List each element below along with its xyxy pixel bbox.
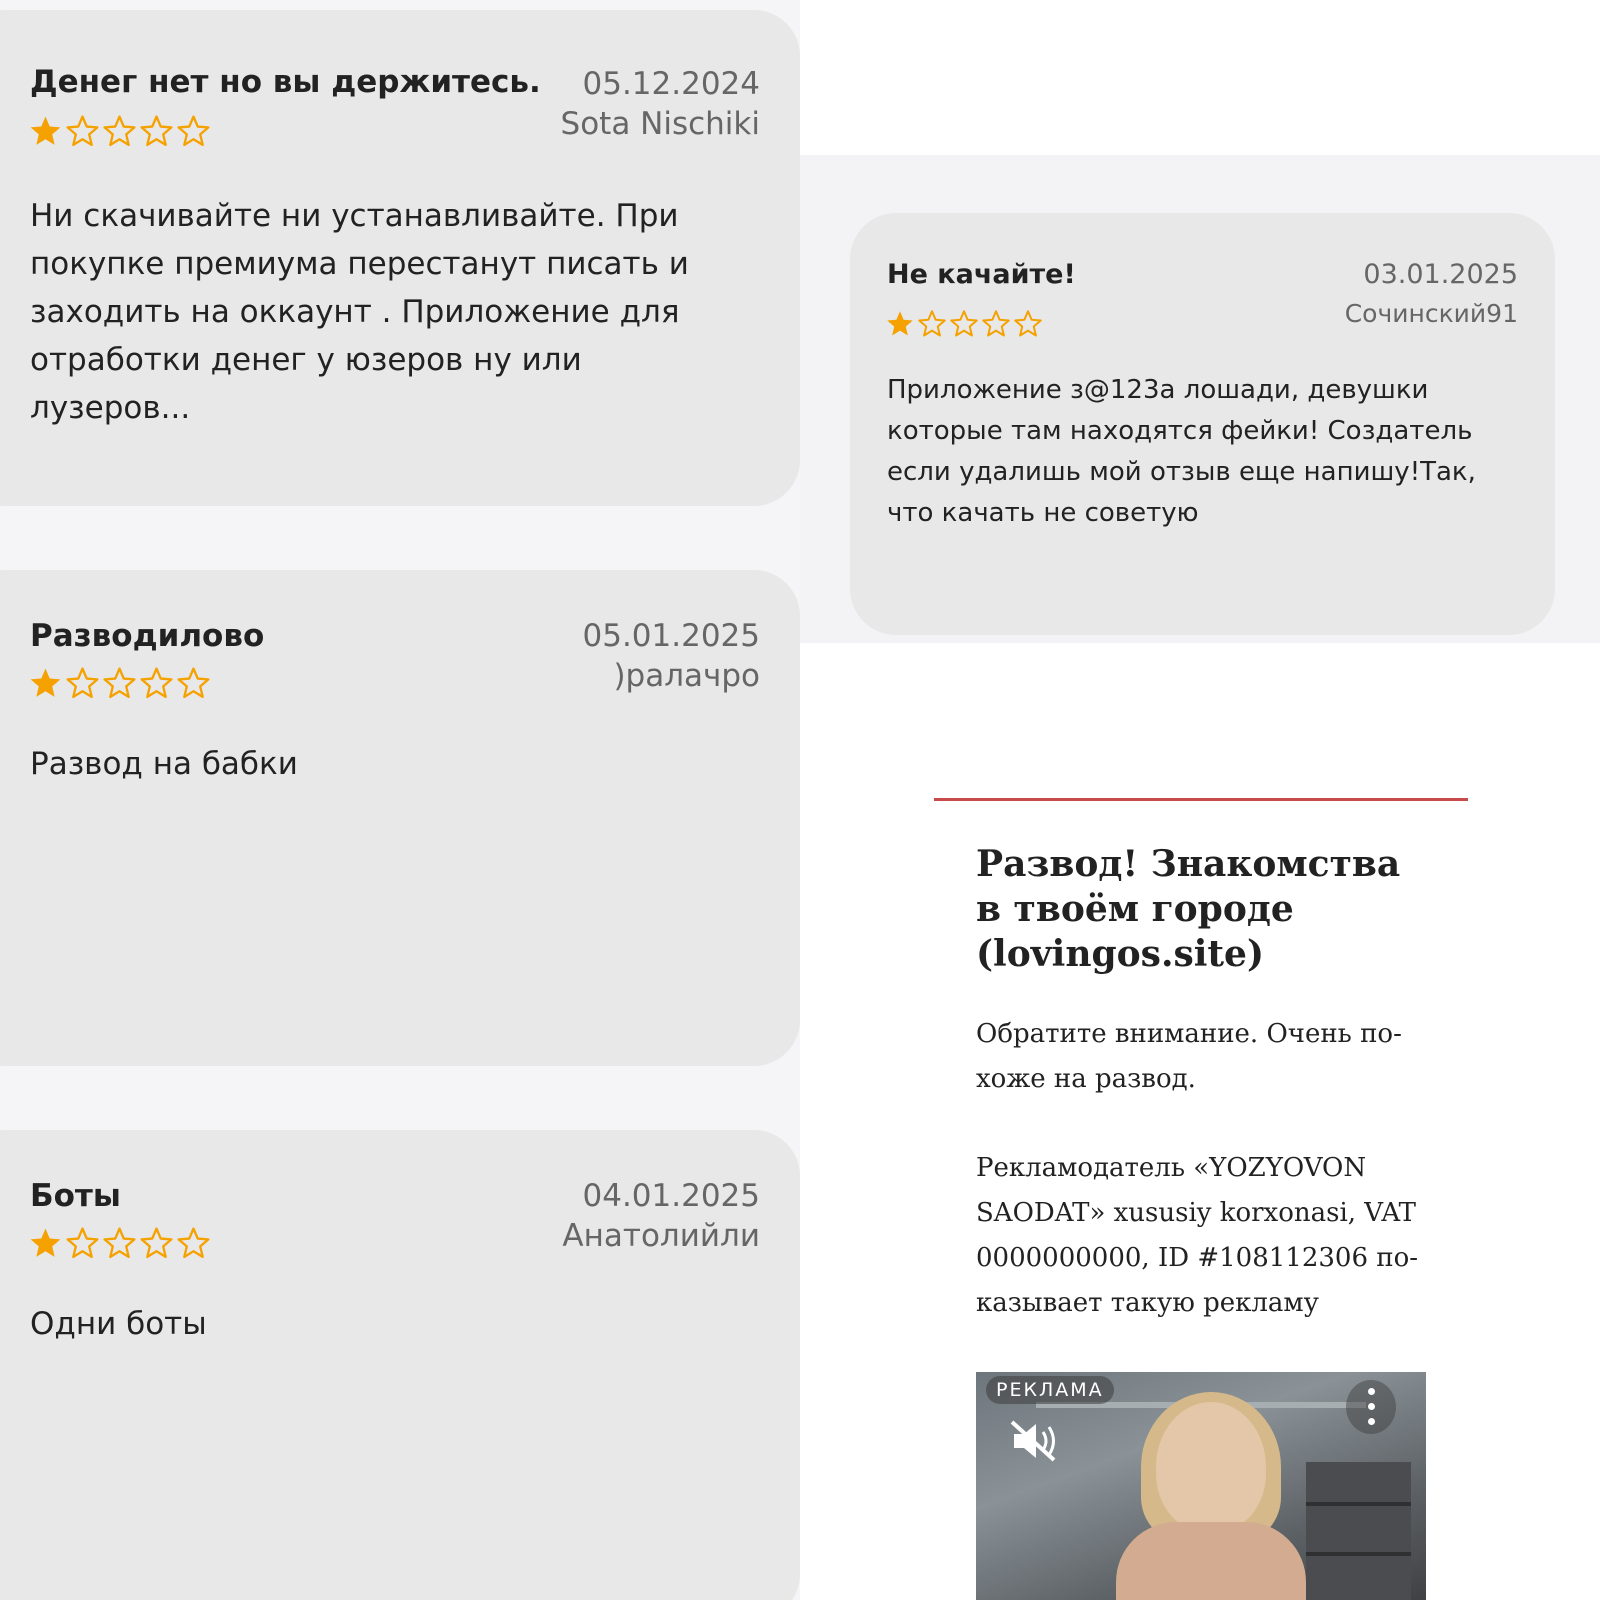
star-empty-icon xyxy=(918,310,946,337)
star-empty-icon xyxy=(140,1227,173,1259)
more-vertical-icon[interactable] xyxy=(1346,1380,1396,1434)
star-empty-icon xyxy=(982,310,1010,337)
review-title: Разводилово xyxy=(30,618,265,654)
review-title: Боты xyxy=(30,1178,121,1214)
review-card[interactable]: Разводилово 05.01.2025 )ралачро Развод н… xyxy=(0,570,800,1066)
star-empty-icon xyxy=(950,310,978,337)
star-rating xyxy=(28,666,213,701)
review-screenshot-block: Не качайте! 03.01.2025 Сочинский91 Прило… xyxy=(800,155,1600,643)
review-body: Приложение з@123а лошади, девушки которы… xyxy=(887,375,1476,528)
star-empty-icon xyxy=(177,1227,210,1259)
shelf xyxy=(1306,1462,1411,1600)
review-author: Sota Nischiki xyxy=(560,106,760,142)
star-empty-icon xyxy=(1014,310,1042,337)
ad-label: РЕКЛАМА xyxy=(986,1376,1114,1404)
star-rating xyxy=(28,1226,213,1261)
volume-muted-icon[interactable] xyxy=(1008,1418,1062,1464)
person-body xyxy=(1116,1522,1306,1600)
star-empty-icon xyxy=(140,115,173,147)
review-date: 05.01.2025 xyxy=(582,618,761,654)
review-title: Не качайте! xyxy=(887,259,1076,290)
review-date: 05.12.2024 xyxy=(582,66,761,102)
review-body: Ни скачивайте ни устанавливайте. При пок… xyxy=(30,198,689,426)
star-rating xyxy=(28,114,213,149)
review-card[interactable]: Денег нет но вы держитесь. 05.12.2024 So… xyxy=(0,10,800,506)
star-empty-icon xyxy=(177,115,210,147)
star-empty-icon xyxy=(66,667,99,699)
star-empty-icon xyxy=(103,1227,136,1259)
star-filled-icon xyxy=(887,311,913,336)
star-filled-icon xyxy=(30,668,61,697)
star-empty-icon xyxy=(103,667,136,699)
star-filled-icon xyxy=(30,116,61,145)
left-review-panel: Денег нет но вы держитесь. 05.12.2024 So… xyxy=(0,0,800,1600)
review-body: Одни боты xyxy=(30,1306,207,1342)
review-title: Денег нет но вы держитесь. xyxy=(30,64,541,100)
star-empty-icon xyxy=(66,1227,99,1259)
review-author: Анатолийли xyxy=(562,1218,760,1254)
star-empty-icon xyxy=(66,115,99,147)
ad-advertiser-info: Рекламодатель «YOZYOVON SAODAT» xususiy … xyxy=(976,1153,1419,1318)
star-filled-icon xyxy=(30,1228,61,1257)
star-empty-icon xyxy=(140,667,173,699)
review-card[interactable]: Боты 04.01.2025 Анатолийли Одни боты xyxy=(0,1130,800,1600)
ad-video-preview[interactable]: РЕКЛАМА xyxy=(976,1372,1426,1600)
review-card[interactable]: Не качайте! 03.01.2025 Сочинский91 Прило… xyxy=(850,213,1555,635)
person-face xyxy=(1156,1402,1266,1532)
review-date: 04.01.2025 xyxy=(582,1178,761,1214)
ad-note: Обратите внимание. Очень по­хоже на разв… xyxy=(976,1019,1402,1094)
ad-title: Развод! Знакомства в твоём городе (lovin… xyxy=(976,843,1401,975)
right-panel: Не качайте! 03.01.2025 Сочинский91 Прило… xyxy=(800,0,1600,1600)
review-author: )ралачро xyxy=(613,658,760,694)
star-empty-icon xyxy=(103,115,136,147)
review-author: Сочинский91 xyxy=(1344,299,1518,328)
review-date: 03.01.2025 xyxy=(1363,259,1518,290)
review-body: Развод на бабки xyxy=(30,746,298,782)
star-empty-icon xyxy=(177,667,210,699)
star-rating xyxy=(885,309,1045,339)
ad-divider xyxy=(934,798,1468,801)
